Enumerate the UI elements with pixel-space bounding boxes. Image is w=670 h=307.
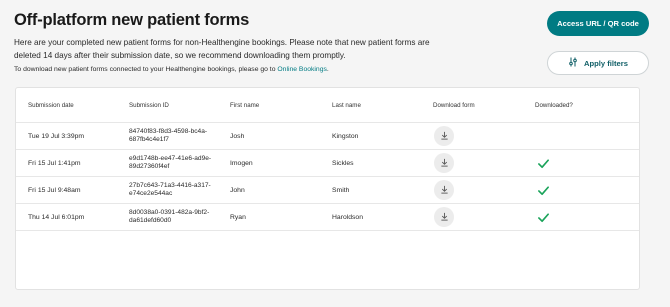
header-first-name: First name [230, 102, 260, 109]
page-title: Off-platform new patient forms [14, 11, 250, 29]
table-row: Fri 15 Jul 1:41pm e9d1748b-ee47-41e6-ad9e… [16, 150, 639, 177]
access-url-qr-label: Access URL / QR code [557, 19, 639, 28]
download-icon [440, 181, 449, 199]
submission-date-cell: Thu 14 Jul 6:01pm [28, 214, 85, 221]
header-submission-date: Submission date [28, 102, 74, 109]
submission-date-cell: Fri 15 Jul 1:41pm [28, 160, 81, 167]
table-row: Fri 15 Jul 9:48am 27b7c643-71a3-4416-a317… [16, 177, 639, 204]
download-form-button[interactable] [434, 126, 454, 146]
access-url-qr-button[interactable]: Access URL / QR code [547, 11, 649, 36]
last-name-cell: Haroldson [332, 214, 363, 221]
submission-id-cell: 27b7c643-71a3-4416-a317-e74ce2e544ac [129, 182, 211, 198]
submission-date-cell: Tue 19 Jul 3:39pm [28, 133, 85, 140]
sliders-icon [568, 57, 578, 69]
submission-id-cell: 8d0038a0-0391-482a-9bf2-da61defd60d0 [129, 209, 210, 225]
intro-secondary-text: To download new patient forms connected … [14, 66, 278, 73]
last-name-cell: Sickles [332, 160, 354, 167]
first-name-cell: Josh [230, 133, 245, 140]
table-row: Thu 14 Jul 6:01pm 8d0038a0-0391-482a-9bf2… [16, 204, 639, 231]
table-header: Submission date Submission ID First name… [16, 88, 639, 123]
last-name-cell: Smith [332, 187, 350, 194]
downloaded-check-icon [537, 211, 550, 224]
intro-text: Here are your completed new patient form… [14, 38, 430, 60]
online-bookings-link[interactable]: Online Bookings [277, 66, 327, 73]
apply-filters-label: Apply filters [584, 58, 628, 68]
apply-filters-button[interactable]: Apply filters [547, 51, 649, 75]
submission-id-cell: 84740f83-f8d3-4598-bc4a-687fb4c4e1f7 [129, 128, 208, 144]
first-name-cell: Imogen [230, 160, 253, 167]
table-row: Tue 19 Jul 3:39pm 84740f83-f8d3-4598-bc4a… [16, 123, 639, 150]
submission-id-cell: e9d1748b-ee47-41e6-ad9e-89d27360f4ef [129, 155, 212, 171]
submission-date-cell: Fri 15 Jul 9:48am [28, 187, 81, 194]
forms-table: Submission date Submission ID First name… [15, 87, 640, 290]
download-form-button[interactable] [434, 180, 454, 200]
first-name-cell: Ryan [230, 214, 246, 221]
header-downloaded: Downloaded? [535, 102, 573, 109]
first-name-cell: John [230, 187, 245, 194]
download-icon [440, 127, 449, 145]
downloaded-check-icon [537, 184, 550, 197]
download-form-button[interactable] [434, 207, 454, 227]
intro-secondary-suffix: . [326, 66, 329, 73]
downloaded-check-icon [537, 157, 550, 170]
download-icon [440, 154, 449, 172]
download-icon [440, 208, 449, 226]
header-download-form: Download form [433, 102, 475, 109]
intro-secondary: To download new patient forms connected … [14, 66, 329, 73]
header-submission-id: Submission ID [129, 102, 169, 109]
header-last-name: Last name [332, 102, 361, 109]
last-name-cell: Kingston [332, 133, 359, 140]
download-form-button[interactable] [434, 153, 454, 173]
